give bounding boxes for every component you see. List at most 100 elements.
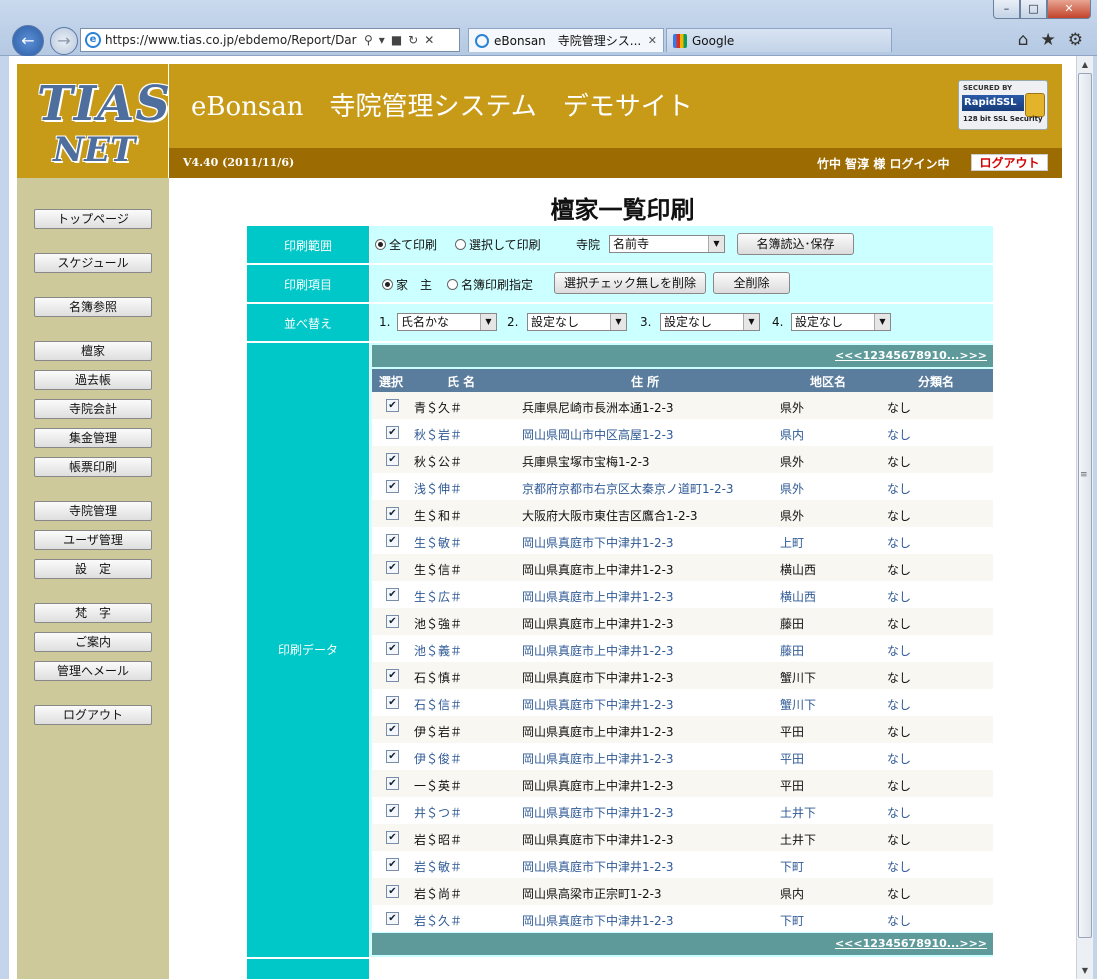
favorites-star-icon[interactable]: ★ xyxy=(1041,30,1056,50)
radio-unselected-icon[interactable] xyxy=(455,239,466,250)
table-row[interactable]: ✔ 一＄英＃ 岡山県真庭市上中津井1-2-3 平田 なし xyxy=(372,770,993,797)
row-checkbox[interactable]: ✔ xyxy=(386,399,399,412)
pager-links[interactable]: <<<12345678910...>>> xyxy=(835,349,987,362)
sidebar-item-settings[interactable]: 設 定 xyxy=(34,559,152,579)
table-row[interactable]: ✔ 生＄敏＃ 岡山県真庭市下中津井1-2-3 上町 なし xyxy=(372,527,993,554)
table-row[interactable]: ✔ 伊＄俊＃ 岡山県真庭市上中津井1-2-3 平田 なし xyxy=(372,743,993,770)
sidebar-item-directory[interactable]: 名簿参照 xyxy=(34,297,152,317)
sort-key-3-select[interactable]: 設定なし ▼ xyxy=(660,313,760,331)
table-row[interactable]: ✔ 浅＄伸＃ 京都府京都市右京区太秦京ノ道町1-2-3 県外 なし xyxy=(372,473,993,500)
tab-ebonsan[interactable]: eBonsan 寺院管理シス... ✕ xyxy=(468,28,664,52)
row-checkbox[interactable]: ✔ xyxy=(386,750,399,763)
sidebar-item-schedule[interactable]: スケジュール xyxy=(34,253,152,273)
scroll-up-icon[interactable]: ▲ xyxy=(1077,56,1093,73)
table-row[interactable]: ✔ 伊＄岩＃ 岡山県真庭市上中津井1-2-3 平田 なし xyxy=(372,716,993,743)
table-row[interactable]: ✔ 井＄つ＃ 岡山県真庭市下中津井1-2-3 土井下 なし xyxy=(372,797,993,824)
scroll-down-icon[interactable]: ▼ xyxy=(1077,962,1093,979)
sidebar-item-collection[interactable]: 集金管理 xyxy=(34,428,152,448)
table-row[interactable]: ✔ 秋＄岩＃ 岡山県岡山市中区高屋1-2-3 県内 なし xyxy=(372,419,993,446)
header-logout-button[interactable]: ログアウト xyxy=(971,154,1048,171)
tias-net-logo[interactable]: TIAS NET xyxy=(17,64,170,178)
delete-all-button[interactable]: 全削除 xyxy=(713,272,790,294)
forward-arrow-icon[interactable]: → xyxy=(50,27,78,55)
delete-unchecked-button[interactable]: 選択チェック無しを削除 xyxy=(554,272,706,294)
sidebar-item-kakocho[interactable]: 過去帳 xyxy=(34,370,152,390)
radio-custom-print[interactable]: 名簿印刷指定 xyxy=(447,276,533,293)
row-checkbox[interactable]: ✔ xyxy=(386,453,399,466)
table-row[interactable]: ✔ 生＄信＃ 岡山県真庭市上中津井1-2-3 横山西 なし xyxy=(372,554,993,581)
temple-select[interactable]: 名前寺 ▼ xyxy=(609,235,725,253)
chevron-down-icon[interactable]: ▼ xyxy=(480,314,496,330)
sidebar-item-mail-admin[interactable]: 管理へメール xyxy=(34,661,152,681)
tab-close-icon[interactable]: ✕ xyxy=(648,34,657,47)
sidebar-item-user-admin[interactable]: ユーザ管理 xyxy=(34,530,152,550)
table-row[interactable]: ✔ 青＄久＃ 兵庫県尼崎市長洲本通1-2-3 県外 なし xyxy=(372,392,993,419)
radio-selected-icon[interactable] xyxy=(382,279,393,290)
refresh-icon[interactable]: ↻ xyxy=(408,33,418,47)
chevron-down-icon[interactable]: ▼ xyxy=(708,236,724,252)
row-checkbox[interactable]: ✔ xyxy=(386,669,399,682)
sidebar-item-guide[interactable]: ご案内 xyxy=(34,632,152,652)
url-text[interactable]: https://www.tias.co.jp/ebdemo/Report/Dar xyxy=(105,33,360,47)
sidebar-item-top-page[interactable]: トップページ xyxy=(34,209,152,229)
radio-print-selected[interactable]: 選択して印刷 xyxy=(455,236,541,253)
sidebar-item-logout[interactable]: ログアウト xyxy=(34,705,152,725)
row-checkbox[interactable]: ✔ xyxy=(386,642,399,655)
maximize-icon[interactable]: □ xyxy=(1020,0,1047,19)
row-checkbox[interactable]: ✔ xyxy=(386,588,399,601)
row-checkbox[interactable]: ✔ xyxy=(386,831,399,844)
tab-google[interactable]: Google xyxy=(666,28,892,52)
table-row[interactable]: ✔ 池＄強＃ 岡山県真庭市上中津井1-2-3 藤田 なし xyxy=(372,608,993,635)
sidebar-item-temple-admin[interactable]: 寺院管理 xyxy=(34,501,152,521)
chevron-down-icon[interactable]: ▼ xyxy=(743,314,759,330)
row-checkbox[interactable]: ✔ xyxy=(386,885,399,898)
search-icon[interactable]: ⚲ xyxy=(364,33,373,47)
sidebar-item-danka[interactable]: 檀家 xyxy=(34,341,152,361)
row-checkbox[interactable]: ✔ xyxy=(386,534,399,547)
table-row[interactable]: ✔ 石＄信＃ 岡山県真庭市下中津井1-2-3 蟹川下 なし xyxy=(372,689,993,716)
minimize-icon[interactable]: – xyxy=(993,0,1020,19)
table-row[interactable]: ✔ 岩＄敏＃ 岡山県真庭市下中津井1-2-3 下町 なし xyxy=(372,851,993,878)
table-row[interactable]: ✔ 岩＄尚＃ 岡山県高梁市正宗町1-2-3 県内 なし xyxy=(372,878,993,905)
rapidssl-badge[interactable]: SECURED BY RapidSSL 128 bit SSL Security xyxy=(958,80,1048,130)
row-checkbox[interactable]: ✔ xyxy=(386,507,399,520)
row-checkbox[interactable]: ✔ xyxy=(386,480,399,493)
settings-gear-icon[interactable]: ⚙ xyxy=(1068,30,1083,50)
chevron-down-icon[interactable]: ▼ xyxy=(874,314,890,330)
radio-household-head[interactable]: 家 主 xyxy=(382,276,432,293)
address-bar[interactable]: e https://www.tias.co.jp/ebdemo/Report/D… xyxy=(80,28,460,52)
table-row[interactable]: ✔ 生＄和＃ 大阪府大阪市東住吉区鷹合1-2-3 県外 なし xyxy=(372,500,993,527)
row-checkbox[interactable]: ✔ xyxy=(386,426,399,439)
row-checkbox[interactable]: ✔ xyxy=(386,777,399,790)
row-checkbox[interactable]: ✔ xyxy=(386,615,399,628)
sidebar-item-bonji[interactable]: 梵 字 xyxy=(34,603,152,623)
sidebar-item-accounting[interactable]: 寺院会計 xyxy=(34,399,152,419)
sort-key-2-select[interactable]: 設定なし ▼ xyxy=(527,313,627,331)
table-row[interactable]: ✔ 池＄義＃ 岡山県真庭市上中津井1-2-3 藤田 なし xyxy=(372,635,993,662)
table-row[interactable]: ✔ 生＄広＃ 岡山県真庭市上中津井1-2-3 横山西 なし xyxy=(372,581,993,608)
stop-icon[interactable]: ✕ xyxy=(424,33,434,47)
radio-unselected-icon[interactable] xyxy=(447,279,458,290)
table-row[interactable]: ✔ 岩＄久＃ 岡山県真庭市下中津井1-2-3 下町 なし xyxy=(372,905,993,932)
sort-key-4-select[interactable]: 設定なし ▼ xyxy=(791,313,891,331)
sidebar-item-reports[interactable]: 帳票印刷 xyxy=(34,457,152,477)
radio-selected-icon[interactable] xyxy=(375,239,386,250)
row-checkbox[interactable]: ✔ xyxy=(386,804,399,817)
table-row[interactable]: ✔ 石＄慎＃ 岡山県真庭市下中津井1-2-3 蟹川下 なし xyxy=(372,662,993,689)
row-checkbox[interactable]: ✔ xyxy=(386,696,399,709)
row-checkbox[interactable]: ✔ xyxy=(386,561,399,574)
pager-links[interactable]: <<<12345678910...>>> xyxy=(835,937,987,950)
home-icon[interactable]: ⌂ xyxy=(1018,30,1029,50)
sort-key-1-select[interactable]: 氏名かな ▼ xyxy=(397,313,497,331)
load-save-list-button[interactable]: 名簿読込･保存 xyxy=(737,233,854,255)
vertical-scrollbar[interactable]: ▲ ≡ ▼ xyxy=(1076,56,1093,979)
table-row[interactable]: ✔ 岩＄昭＃ 岡山県真庭市下中津井1-2-3 土井下 なし xyxy=(372,824,993,851)
row-checkbox[interactable]: ✔ xyxy=(386,858,399,871)
row-checkbox[interactable]: ✔ xyxy=(386,723,399,736)
table-row[interactable]: ✔ 秋＄公＃ 兵庫県宝塚市宝梅1-2-3 県外 なし xyxy=(372,446,993,473)
close-icon[interactable]: ✕ xyxy=(1047,0,1091,19)
scroll-thumb[interactable] xyxy=(1078,73,1092,938)
dropdown-icon[interactable]: ▾ xyxy=(379,33,385,47)
radio-print-all[interactable]: 全て印刷 xyxy=(375,236,437,253)
row-checkbox[interactable]: ✔ xyxy=(386,912,399,925)
